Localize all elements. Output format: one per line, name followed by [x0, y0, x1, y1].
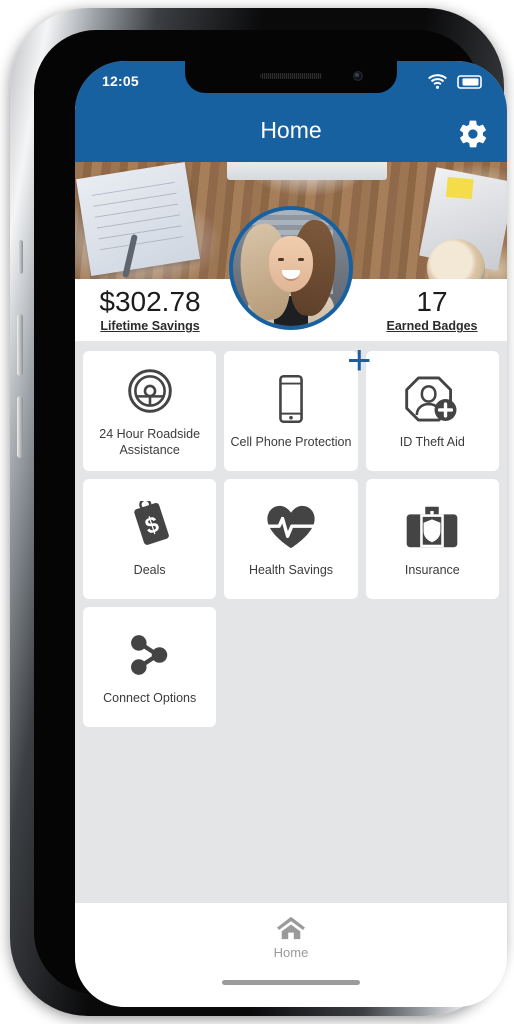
- tile-cell-phone-protection[interactable]: Cell Phone Protection: [224, 351, 358, 471]
- phone-screen: 12:05 Home $302.78 Lifetime Savings 17 E…: [75, 61, 507, 1007]
- home-indicator[interactable]: [222, 980, 360, 985]
- price-tag-dollar-icon: $: [126, 499, 174, 555]
- wifi-icon: [428, 74, 447, 89]
- tile-label: Connect Options: [103, 691, 197, 706]
- app-header: Home: [75, 105, 507, 162]
- tile-deals[interactable]: $ Deals: [83, 479, 217, 599]
- stat-value: 17: [416, 285, 448, 317]
- volume-down-button[interactable]: [17, 396, 23, 458]
- page-title: Home: [260, 117, 322, 143]
- tile-id-theft-aid[interactable]: ID Theft Aid: [365, 351, 499, 471]
- stat-label: Earned Badges: [386, 319, 478, 334]
- avatar[interactable]: [229, 206, 353, 330]
- share-nodes-icon: [125, 627, 175, 683]
- home-icon: [277, 916, 305, 940]
- avatar-face: [269, 236, 313, 292]
- tile-label: Cell Phone Protection: [230, 435, 352, 450]
- front-camera: [353, 71, 363, 81]
- tile-insurance[interactable]: Insurance: [365, 479, 499, 599]
- settings-button[interactable]: [457, 118, 489, 150]
- feature-tiles-grid: 24 Hour Roadside Assistance Cell Phone P…: [75, 341, 507, 737]
- nav-label: Home: [273, 945, 309, 960]
- phone-bezel: 12:05 Home $302.78 Lifetime Savings 17 E…: [34, 30, 507, 1007]
- battery-icon: [457, 74, 483, 89]
- add-profile-button[interactable]: +: [347, 339, 372, 381]
- status-icons: [428, 74, 483, 89]
- avatar-eye-right: [298, 258, 304, 261]
- briefcase-shield-icon: [405, 499, 459, 555]
- tile-roadside-assistance[interactable]: 24 Hour Roadside Assistance: [83, 351, 217, 471]
- gear-icon: [459, 120, 487, 148]
- avatar-image: [229, 206, 353, 330]
- tile-label: ID Theft Aid: [399, 435, 465, 450]
- volume-up-button[interactable]: [17, 314, 23, 376]
- silence-switch[interactable]: [18, 240, 23, 274]
- tile-health-savings[interactable]: Health Savings: [224, 479, 358, 599]
- avatar-smile: [282, 270, 300, 281]
- stat-lifetime-savings[interactable]: $302.78 Lifetime Savings: [75, 279, 225, 341]
- tile-label: 24 Hour Roadside Assistance: [99, 427, 201, 457]
- bottom-navigation-bar: Home: [75, 902, 507, 1007]
- smartphone-icon: [268, 371, 314, 427]
- id-theft-icon: [405, 371, 459, 427]
- stat-value: $302.78: [99, 285, 201, 317]
- phone-hardware-frame: 12:05 Home $302.78 Lifetime Savings 17 E…: [10, 8, 507, 1016]
- tile-label: Health Savings: [248, 563, 334, 578]
- tile-label: Insurance: [404, 563, 460, 578]
- avatar-eye-left: [278, 258, 284, 261]
- status-time: 12:05: [102, 73, 139, 89]
- banner-notebook: [76, 162, 200, 277]
- steering-wheel-icon: [124, 363, 176, 419]
- stat-earned-badges[interactable]: 17 Earned Badges: [357, 279, 507, 341]
- nav-item-home[interactable]: Home: [75, 915, 507, 960]
- banner-laptop: [227, 162, 387, 180]
- notch: [185, 61, 397, 93]
- heart-pulse-icon: [263, 499, 318, 555]
- tile-label: Deals: [133, 563, 166, 578]
- earpiece-speaker: [260, 73, 322, 79]
- stat-label: Lifetime Savings: [100, 319, 200, 334]
- tile-connect-options[interactable]: Connect Options: [83, 607, 217, 727]
